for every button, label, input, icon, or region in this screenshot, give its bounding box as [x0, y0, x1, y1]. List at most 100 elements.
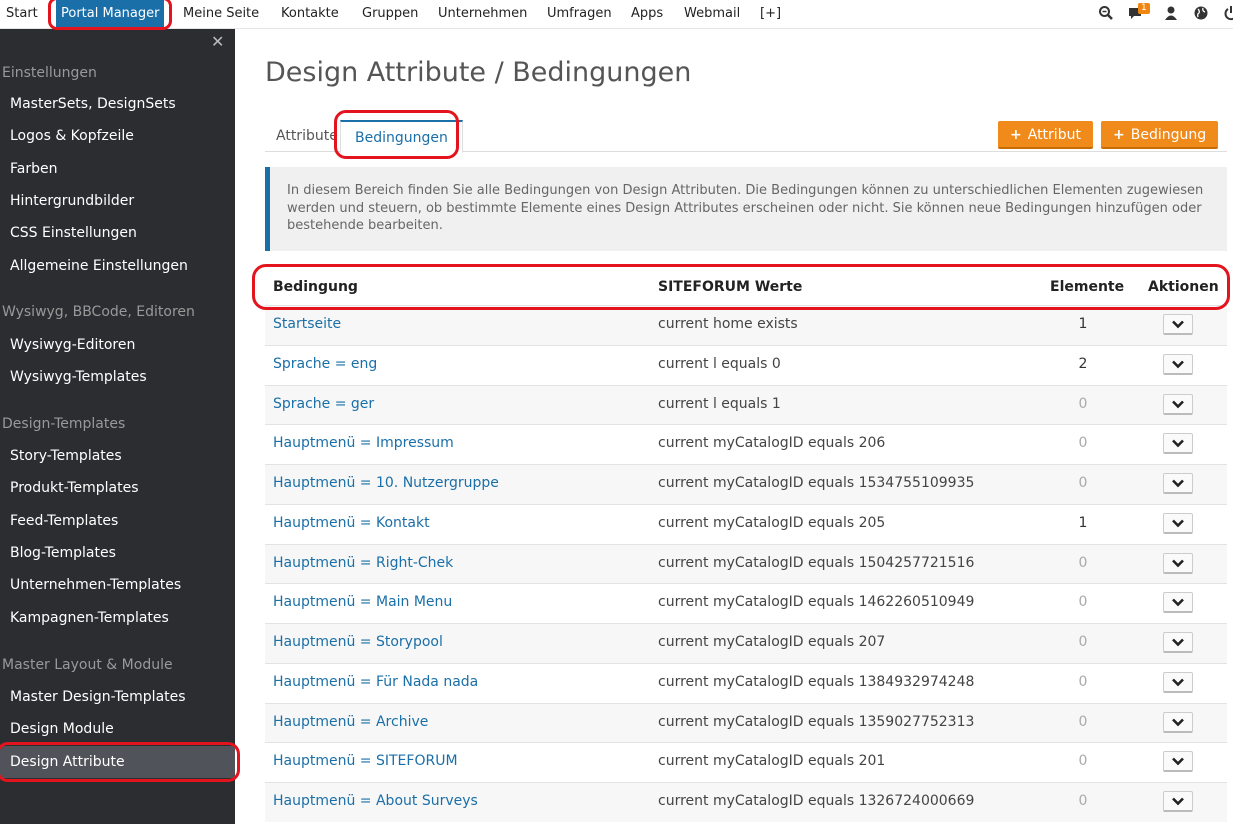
user-icon[interactable] — [1163, 5, 1179, 21]
tab-bedingungen[interactable]: Bedingungen — [340, 120, 463, 153]
actions-dropdown-button[interactable] — [1163, 672, 1193, 693]
sidebar-item-produkt-templates[interactable]: Produkt-Templates — [10, 480, 139, 496]
table-row: Hauptmenü = Main Menu current myCatalogID… — [265, 583, 1227, 623]
sidebar-item-feed-templates[interactable]: Feed-Templates — [10, 513, 118, 529]
notification-badge: 1 — [1138, 3, 1150, 14]
info-box: In diesem Bereich finden Sie alle Beding… — [265, 167, 1227, 251]
nav-webmail[interactable]: Webmail — [684, 0, 740, 28]
nav-portal-manager[interactable]: Portal Manager — [56, 0, 165, 28]
add-condition-button[interactable]: + Bedingung — [1101, 121, 1219, 149]
nav-unternehmen[interactable]: Unternehmen — [438, 0, 527, 28]
actions-dropdown-button[interactable] — [1163, 592, 1193, 613]
search-icon[interactable] — [1098, 5, 1114, 21]
sidebar-item-wysiwyg-templates[interactable]: Wysiwyg-Templates — [10, 369, 147, 385]
actions-dropdown-button[interactable] — [1163, 394, 1193, 415]
sidebar-item-design-module[interactable]: Design Module — [10, 721, 114, 737]
sidebar-section-design-templates: Design-Templates — [2, 416, 126, 432]
sidebar-item-unternehmen-templates[interactable]: Unternehmen-Templates — [10, 577, 181, 593]
sidebar-item-hintergrundbilder[interactable]: Hintergrundbilder — [10, 193, 134, 209]
nav-kontakte[interactable]: Kontakte — [281, 0, 339, 28]
sidebar-item-master-design-templates[interactable]: Master Design-Templates — [10, 689, 186, 705]
chevron-down-icon — [1172, 678, 1184, 687]
sidebar-item-wysiwyg-editoren[interactable]: Wysiwyg-Editoren — [10, 337, 135, 353]
condition-link[interactable]: Startseite — [273, 316, 341, 332]
globe-icon[interactable] — [1193, 5, 1209, 21]
chevron-down-icon — [1172, 797, 1184, 806]
sidebar-item-css[interactable]: CSS Einstellungen — [10, 225, 137, 241]
condition-link[interactable]: Hauptmenü = Right-Chek — [273, 555, 453, 571]
actions-dropdown-button[interactable] — [1163, 632, 1193, 653]
actions-dropdown-button[interactable] — [1163, 791, 1193, 812]
elements-count: 2 — [1078, 356, 1088, 372]
table-row: Hauptmenü = About Surveys current myCatal… — [265, 782, 1227, 822]
sidebar-item-logos[interactable]: Logos & Kopfzeile — [10, 128, 134, 144]
actions-dropdown-button[interactable] — [1163, 751, 1193, 772]
nav-gruppen[interactable]: Gruppen — [362, 0, 418, 28]
close-icon[interactable]: ✕ — [211, 32, 224, 51]
nav-start[interactable]: Start — [6, 0, 38, 28]
table-row: Hauptmenü = Right-Chek current myCatalogI… — [265, 544, 1227, 584]
elements-count: 0 — [1078, 435, 1088, 451]
chevron-down-icon — [1172, 559, 1184, 568]
column-header-bedingung[interactable]: Bedingung — [273, 279, 358, 295]
actions-dropdown-button[interactable] — [1163, 712, 1193, 733]
actions-dropdown-button[interactable] — [1163, 553, 1193, 574]
condition-link[interactable]: Hauptmenü = Kontakt — [273, 515, 430, 531]
elements-count: 0 — [1078, 634, 1088, 650]
nav-umfragen[interactable]: Umfragen — [547, 0, 612, 28]
table-row: Hauptmenü = 10. Nutzergruppe current myCa… — [265, 464, 1227, 504]
actions-dropdown-button[interactable] — [1163, 354, 1193, 375]
condition-value: current home exists — [658, 316, 798, 332]
column-header-werte[interactable]: SITEFORUM Werte — [658, 279, 802, 295]
condition-value: current myCatalogID equals 1359027752313 — [658, 714, 975, 730]
chevron-down-icon — [1172, 439, 1184, 448]
actions-dropdown-button[interactable] — [1163, 513, 1193, 534]
elements-count: 0 — [1078, 555, 1088, 571]
sidebar-item-blog-templates[interactable]: Blog-Templates — [10, 545, 116, 561]
chevron-down-icon — [1172, 320, 1184, 329]
condition-link[interactable]: Sprache = eng — [273, 356, 377, 372]
table-row: Startseite current home exists 1 — [265, 305, 1227, 345]
sidebar-item-mastersets[interactable]: MasterSets, DesignSets — [10, 96, 176, 112]
table-row: Hauptmenü = SITEFORUM current myCatalogID… — [265, 742, 1227, 782]
condition-link[interactable]: Hauptmenü = About Surveys — [273, 793, 478, 809]
add-attribute-button[interactable]: + Attribut — [998, 121, 1093, 149]
condition-link[interactable]: Hauptmenü = 10. Nutzergruppe — [273, 475, 499, 491]
sidebar-item-allgemein[interactable]: Allgemeine Einstellungen — [10, 258, 188, 274]
elements-count: 0 — [1078, 753, 1088, 769]
nav-add[interactable]: [+] — [760, 0, 781, 28]
condition-link[interactable]: Hauptmenü = Für Nada nada — [273, 674, 478, 690]
info-text: In diesem Bereich finden Sie alle Beding… — [287, 183, 1204, 233]
add-condition-label: Bedingung — [1130, 127, 1207, 143]
condition-value: current myCatalogID equals 1504257721516 — [658, 555, 975, 571]
condition-value: current myCatalogID equals 201 — [658, 753, 886, 769]
table-row: Sprache = ger current l equals 1 0 — [265, 385, 1227, 425]
condition-link[interactable]: Hauptmenü = Impressum — [273, 435, 454, 451]
condition-link[interactable]: Hauptmenü = Archive — [273, 714, 428, 730]
condition-link[interactable]: Hauptmenü = Main Menu — [273, 594, 452, 610]
nav-apps[interactable]: Apps — [631, 0, 663, 28]
plus-icon: + — [1113, 127, 1125, 143]
sidebar: ✕ Einstellungen MasterSets, DesignSets L… — [0, 29, 235, 824]
sidebar-item-design-attribute[interactable]: Design Attribute — [0, 746, 235, 778]
condition-link[interactable]: Hauptmenü = SITEFORUM — [273, 753, 458, 769]
chevron-down-icon — [1172, 598, 1184, 607]
tab-attribute[interactable]: Attribute — [276, 120, 338, 151]
condition-value: current l equals 1 — [658, 396, 781, 412]
sidebar-item-kampagnen-templates[interactable]: Kampagnen-Templates — [10, 610, 169, 626]
sidebar-item-farben[interactable]: Farben — [10, 161, 57, 177]
sidebar-item-story-templates[interactable]: Story-Templates — [10, 448, 122, 464]
nav-meine-seite[interactable]: Meine Seite — [183, 0, 259, 28]
actions-dropdown-button[interactable] — [1163, 433, 1193, 454]
power-icon[interactable] — [1223, 5, 1233, 21]
column-header-elemente[interactable]: Elemente — [1050, 279, 1124, 295]
plus-icon: + — [1010, 127, 1022, 143]
condition-value: current myCatalogID equals 1326724000669 — [658, 793, 975, 809]
actions-dropdown-button[interactable] — [1163, 314, 1193, 335]
condition-link[interactable]: Sprache = ger — [273, 396, 374, 412]
chevron-down-icon — [1172, 757, 1184, 766]
actions-dropdown-button[interactable] — [1163, 473, 1193, 494]
condition-link[interactable]: Hauptmenü = Storypool — [273, 634, 443, 650]
elements-count: 0 — [1078, 714, 1088, 730]
sidebar-section-einstellungen: Einstellungen — [2, 65, 97, 81]
